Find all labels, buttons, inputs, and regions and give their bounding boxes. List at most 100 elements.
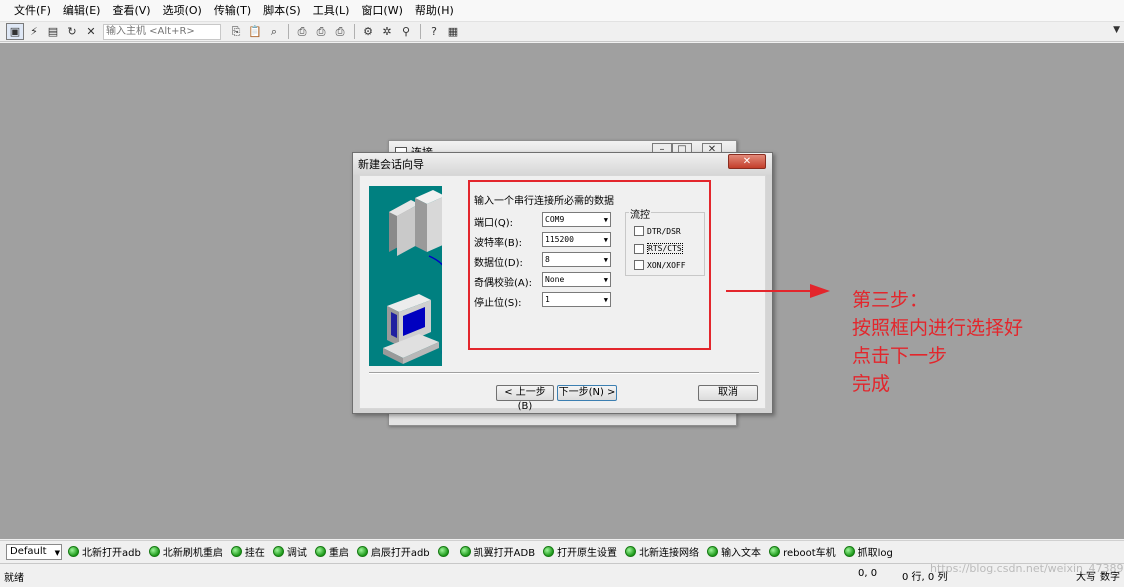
quick-button[interactable]: 北新打开adb — [68, 544, 141, 559]
copy-icon[interactable]: ⎘ — [227, 23, 245, 40]
parity-select[interactable]: None ▼ — [542, 272, 611, 287]
xon-xoff-checkbox[interactable]: XON/XOFF — [634, 260, 686, 270]
quick-button[interactable]: 挂在 — [230, 544, 265, 559]
green-dot-icon — [314, 546, 326, 557]
menu-window[interactable]: 窗口(W) — [355, 1, 408, 21]
print-preview-icon[interactable]: ⎙ — [331, 23, 349, 40]
menu-bar: 文件(F) 编辑(E) 查看(V) 选项(O) 传输(T) 脚本(S) 工具(L… — [0, 0, 1124, 22]
quick-button[interactable]: 调试 — [272, 544, 307, 559]
menu-tools[interactable]: 工具(L) — [307, 1, 356, 21]
quick-button[interactable]: 抓取log — [843, 544, 893, 559]
data-bits-select[interactable]: 8 ▼ — [542, 252, 611, 267]
menu-script[interactable]: 脚本(S) — [257, 1, 307, 21]
quick-button[interactable] — [437, 546, 452, 557]
watermark: https://blog.csdn.net/weixin_47389158 — [930, 562, 1124, 575]
green-dot-icon — [625, 546, 637, 557]
rts-cts-checkbox[interactable]: RTS/CTS — [634, 243, 683, 254]
quick-button-label: 抓取log — [857, 548, 893, 559]
quick-button[interactable]: 北新连接网络 — [625, 544, 699, 559]
button-bar-session-select[interactable]: Default ▼ — [6, 543, 62, 560]
quick-button[interactable]: 凯翼打开ADB — [459, 544, 535, 559]
menu-edit[interactable]: 编辑(E) — [57, 1, 107, 21]
dtr-dsr-checkbox[interactable]: DTR/DSR — [634, 226, 681, 236]
port-value: COM9 — [545, 215, 565, 224]
wizard-body: 输入一个串行连接所必需的数据 端口(Q): COM9 ▼ 波特率(B): 115… — [359, 175, 766, 412]
baud-rate-value: 115200 — [545, 235, 574, 244]
sftp-icon[interactable]: ▦ — [444, 23, 462, 40]
checkbox-box[interactable] — [634, 226, 644, 236]
port-select[interactable]: COM9 ▼ — [542, 212, 611, 227]
quick-connect-icon[interactable]: ⚡ — [25, 23, 43, 40]
section-title: 输入一个串行连接所必需的数据 — [474, 196, 614, 207]
dropdown-arrow-icon: ▼ — [603, 236, 608, 244]
quick-button-label: 挂在 — [244, 548, 265, 559]
server-icon — [389, 190, 442, 256]
parity-label: 奇偶校验(A): — [474, 278, 533, 289]
annotation-arrow — [726, 284, 830, 298]
green-dot-icon — [68, 546, 79, 557]
data-bits-label: 数据位(D): — [474, 258, 523, 269]
baud-rate-label: 波特率(B): — [474, 238, 523, 249]
quick-button-label: 启辰打开adb — [370, 548, 430, 559]
quick-button-label: 重启 — [328, 548, 349, 559]
stop-bits-select[interactable]: 1 ▼ — [542, 292, 611, 307]
quick-button[interactable]: 打开原生设置 — [543, 544, 617, 559]
dropdown-arrow-icon: ▼ — [603, 256, 608, 264]
keymap-icon[interactable]: ⚲ — [397, 23, 415, 40]
quick-button[interactable]: 输入文本 — [707, 544, 761, 559]
stop-bits-value: 1 — [545, 295, 550, 304]
port-label: 端口(Q): — [474, 218, 514, 229]
back-button[interactable]: < 上一步(B) — [496, 385, 554, 412]
disconnect-icon[interactable]: ✕ — [82, 23, 100, 40]
paste-icon[interactable]: 📋 — [246, 23, 264, 40]
green-dot-icon — [437, 546, 449, 557]
checkbox-box[interactable] — [634, 260, 644, 270]
cancel-button[interactable]: 取消 — [698, 385, 758, 401]
wizard-title: 新建会话向导 — [358, 158, 424, 171]
quick-button[interactable]: reboot车机 — [769, 544, 836, 559]
rts-cts-label: RTS/CTS — [647, 243, 683, 254]
session-options-icon[interactable]: ⚙ — [359, 23, 377, 40]
stop-bits-label: 停止位(S): — [474, 298, 522, 309]
baud-rate-select[interactable]: 115200 ▼ — [542, 232, 611, 247]
data-bits-value: 8 — [545, 255, 550, 264]
menu-transfer[interactable]: 传输(T) — [208, 1, 257, 21]
print-icon[interactable]: ⎙ — [293, 23, 311, 40]
menu-view[interactable]: 查看(V) — [106, 1, 156, 21]
print-setup-icon[interactable]: ⎙ — [312, 23, 330, 40]
global-options-icon[interactable]: ✲ — [378, 23, 396, 40]
green-dot-icon — [272, 546, 284, 557]
menu-file[interactable]: 文件(F) — [8, 1, 57, 21]
annotation-line: 完成 — [852, 373, 891, 395]
green-dot-icon — [356, 546, 368, 557]
quick-button[interactable]: 北新刷机重启 — [148, 544, 223, 559]
quick-button-label: 北新打开adb — [82, 548, 141, 559]
toolbar-separator — [354, 24, 355, 39]
quick-button[interactable]: 重启 — [314, 544, 349, 559]
parity-value: None — [545, 275, 565, 284]
toolbar-separator — [288, 24, 289, 39]
reconnect-icon[interactable]: ↻ — [63, 23, 81, 40]
cursor-position: 0, 0 — [858, 568, 878, 579]
quick-button-label: reboot车机 — [783, 548, 836, 559]
connect-tab-icon[interactable]: ▤ — [44, 23, 62, 40]
dropdown-arrow-icon: ▼ — [603, 276, 608, 284]
close-button[interactable]: ✕ — [728, 154, 766, 169]
flow-control-title: 流控 — [629, 206, 651, 221]
find-icon[interactable]: ⌕ — [265, 23, 283, 40]
dropdown-arrow-icon: ▼ — [603, 216, 608, 224]
menu-help[interactable]: 帮助(H) — [409, 1, 460, 21]
green-dot-icon — [843, 546, 855, 557]
quick-button[interactable]: 启辰打开adb — [356, 544, 430, 559]
help-icon[interactable]: ? — [425, 23, 443, 40]
menu-options[interactable]: 选项(O) — [157, 1, 208, 21]
toolbar-overflow-icon[interactable]: ▼ — [1113, 25, 1120, 35]
quick-button-label: 输入文本 — [721, 548, 762, 559]
host-input[interactable] — [103, 23, 221, 40]
computer-icon — [383, 294, 439, 364]
annotation-text: 第三步： 按照框内进行选择好 点击下一步 完成 — [852, 286, 1023, 398]
checkbox-box[interactable] — [634, 243, 644, 254]
wizard-titlebar[interactable]: 新建会话向导 — [353, 153, 772, 175]
next-button[interactable]: 下一步(N) > — [557, 385, 617, 401]
connect-icon[interactable]: ▣ — [6, 23, 24, 40]
